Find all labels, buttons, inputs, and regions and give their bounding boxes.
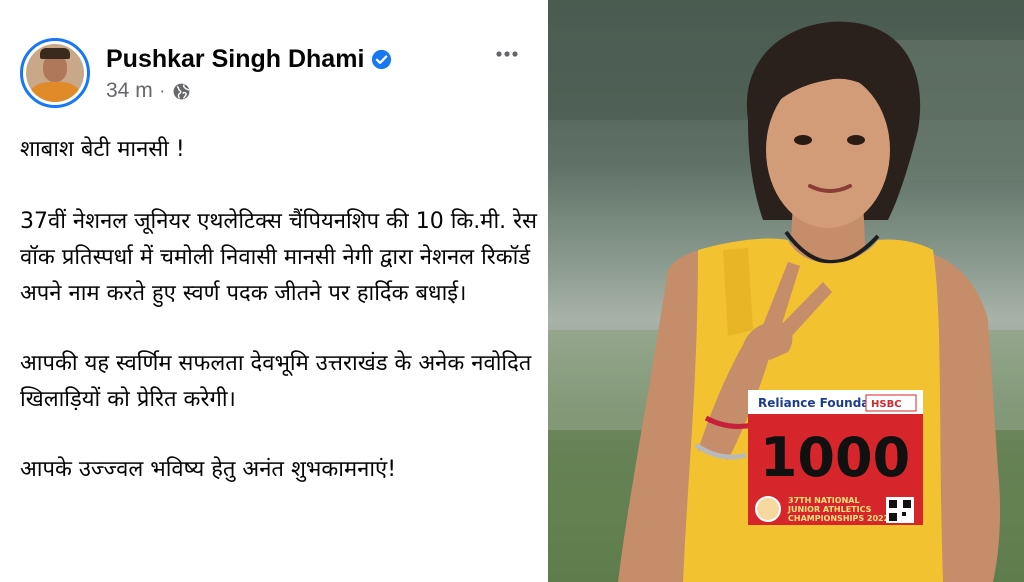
bib-sponsor-right: HSBC xyxy=(871,399,902,410)
post-header: Pushkar Singh Dhami 34 m · xyxy=(20,38,530,108)
bib-event-line: 37TH NATIONAL xyxy=(788,496,860,505)
post-paragraph: 37वीं नेशनल जूनियर एथलेटिक्स चैंपियनशिप … xyxy=(20,209,537,306)
meta-separator: · xyxy=(159,81,165,101)
bib-event-line: JUNIOR ATHLETICS xyxy=(787,505,872,514)
verified-badge-icon xyxy=(372,49,392,69)
post-paragraph: आपके उज्ज्वल भविष्य हेतु अनंत शुभकामनाएं… xyxy=(20,457,397,482)
post-paragraph: आपकी यह स्वर्णिम सफलता देवभूमि उत्तराखंड… xyxy=(20,351,532,412)
more-options-button[interactable] xyxy=(490,40,524,68)
avatar-image xyxy=(26,44,84,102)
post-photo[interactable]: Reliance Foundation HSBC 1000 37TH NATIO… xyxy=(548,0,1024,582)
post-text: शाबाश बेटी मानसी ! 37वीं नेशनल जूनियर एथ… xyxy=(20,132,540,488)
bib-number: 1000 xyxy=(760,426,910,489)
globe-icon xyxy=(173,83,190,99)
post-card: Pushkar Singh Dhami 34 m · शाबाश बेटी मा… xyxy=(0,0,548,582)
post-meta: 34 m · xyxy=(106,78,191,104)
more-dots-icon xyxy=(496,51,518,57)
post-timestamp[interactable]: 34 m xyxy=(106,79,153,103)
avatar[interactable] xyxy=(20,38,90,108)
athlete-photo-illustration: Reliance Foundation HSBC 1000 37TH NATIO… xyxy=(548,0,1024,582)
author-name[interactable]: Pushkar Singh Dhami xyxy=(106,45,364,74)
post-paragraph: शाबाश बेटी मानसी ! xyxy=(20,137,185,162)
bib-event-line: CHAMPIONSHIPS 2022 xyxy=(788,514,889,523)
author-row: Pushkar Singh Dhami xyxy=(106,42,392,76)
